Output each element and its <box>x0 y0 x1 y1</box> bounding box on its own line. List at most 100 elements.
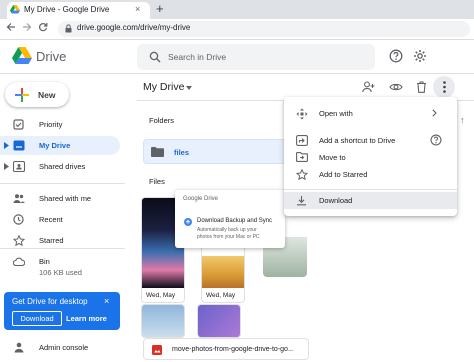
file-thumbnail[interactable] <box>141 304 185 338</box>
address-bar: drive.google.com/drive/my-drive <box>0 19 474 40</box>
drive-logo-icon[interactable] <box>12 47 32 65</box>
folder-icon <box>151 147 164 157</box>
breadcrumb[interactable]: My Drive <box>143 81 184 93</box>
storage-cloud-icon <box>13 257 25 266</box>
menu-item-download[interactable]: Download <box>284 192 457 209</box>
browser-tab-bar: My Drive - Google Drive × + <box>0 0 474 19</box>
promo-download-button[interactable]: Download <box>12 311 62 326</box>
sort-direction-icon[interactable]: ↑ <box>460 115 465 125</box>
file-date: Wed, May <box>146 292 176 299</box>
backup-sync-popover: Google Drive Download Backup and Sync Au… <box>175 190 285 248</box>
promo-title: Get Drive for desktop <box>12 297 88 306</box>
menu-item-add-shortcut[interactable]: Add a shortcut to Drive <box>284 132 457 149</box>
preview-eye-icon[interactable] <box>389 81 403 93</box>
sidebar-item-label: Shared with me <box>39 194 92 203</box>
download-icon <box>296 195 307 206</box>
open-with-icon <box>296 108 308 120</box>
sidebar-item-my-drive[interactable]: My Drive <box>0 136 120 155</box>
clock-icon <box>13 214 24 225</box>
thumbnail-image <box>198 305 240 337</box>
menu-item-label: Add a shortcut to Drive <box>319 136 396 145</box>
settings-gear-icon[interactable] <box>413 49 427 63</box>
search-icon[interactable] <box>149 51 161 63</box>
drive-favicon-icon <box>10 5 20 14</box>
sidebar-item-label: Recent <box>39 215 63 224</box>
storage-used-text: 106 KB used <box>39 268 82 277</box>
sidebar-item-recent[interactable]: Recent <box>0 210 120 229</box>
new-button-label: New <box>38 90 56 100</box>
back-icon[interactable] <box>6 22 16 32</box>
folder-name: files <box>174 148 190 157</box>
star-icon <box>13 235 25 246</box>
sidebar-item-label: Starred <box>39 236 64 245</box>
sidebar-item-label: Priority <box>39 120 63 129</box>
sidebar-item-shared-drives[interactable]: Shared drives <box>0 157 120 176</box>
more-vert-icon[interactable] <box>442 81 446 93</box>
help-icon[interactable] <box>430 134 442 146</box>
popover-desc-line-1: Automatically back up your <box>197 227 257 233</box>
file-thumbnail[interactable] <box>197 304 241 338</box>
sidebar-item-label: Shared drives <box>39 162 86 171</box>
app-name[interactable]: Drive <box>36 49 66 64</box>
omnibox[interactable]: drive.google.com/drive/my-drive <box>58 21 470 37</box>
promo-close-icon[interactable]: × <box>104 296 109 306</box>
new-tab-button[interactable]: + <box>156 1 164 16</box>
file-list-item[interactable]: move-photos-from-google-drive-to-go... <box>143 338 309 360</box>
menu-item-label: Open with <box>319 109 353 118</box>
submenu-chevron-icon <box>432 109 437 117</box>
admin-icon <box>13 342 25 353</box>
storage-label[interactable]: Bin <box>39 257 50 266</box>
menu-item-label: Download <box>319 196 353 205</box>
add-shortcut-icon <box>296 135 308 146</box>
search-input[interactable]: Search in Drive <box>137 44 375 70</box>
menu-item-label: Add to Starred <box>319 170 368 179</box>
file-context-menu: Open with Add a shortcut to Drive Move t… <box>284 97 457 216</box>
sidebar-divider <box>0 183 125 184</box>
expand-caret-icon[interactable] <box>4 142 9 149</box>
drive-header: Drive Search in Drive <box>0 40 474 74</box>
popover-desc-line-2: photos from your Mac or PC <box>197 234 260 240</box>
help-icon[interactable] <box>389 49 403 63</box>
menu-item-add-to-starred[interactable]: Add to Starred <box>284 166 457 183</box>
file-name: move-photos-from-google-drive-to-go... <box>172 346 294 353</box>
expand-caret-icon[interactable] <box>4 163 9 170</box>
admin-console-label: Admin console <box>39 343 89 352</box>
sidebar-item-shared-with-me[interactable]: Shared with me <box>0 189 120 208</box>
sidebar-divider <box>0 248 125 249</box>
trash-icon[interactable] <box>416 81 427 93</box>
plus-icon <box>15 88 29 102</box>
folder-item[interactable]: files <box>143 139 293 164</box>
popover-item[interactable]: Download Backup and Sync <box>197 218 272 224</box>
backup-sync-icon <box>184 218 192 226</box>
add-person-icon[interactable] <box>362 81 375 93</box>
browser-tab[interactable]: My Drive - Google Drive × <box>7 2 150 19</box>
menu-item-open-with[interactable]: Open with <box>284 105 457 122</box>
menu-item-move-to[interactable]: Move to <box>284 149 457 166</box>
reload-icon[interactable] <box>38 22 48 32</box>
new-button[interactable]: New <box>5 82 69 107</box>
promo-learn-more-link[interactable]: Learn more <box>66 314 107 323</box>
forward-icon[interactable] <box>22 22 32 32</box>
sidebar-item-priority[interactable]: Priority <box>0 115 120 134</box>
image-file-icon <box>152 345 162 355</box>
popover-title: Google Drive <box>183 196 219 202</box>
lock-icon[interactable] <box>65 24 72 33</box>
thumbnail-image <box>202 256 244 288</box>
search-placeholder: Search in Drive <box>168 52 227 62</box>
desktop-promo-card: Get Drive for desktop × Download Learn m… <box>4 292 120 330</box>
breadcrumb-caret-icon[interactable] <box>186 86 192 90</box>
shared-drives-icon <box>13 161 25 172</box>
tab-title: My Drive - Google Drive <box>24 5 110 14</box>
move-to-icon <box>296 152 308 162</box>
menu-divider <box>284 189 457 190</box>
my-drive-icon <box>13 140 25 151</box>
url-text: drive.google.com/drive/my-drive <box>77 23 191 32</box>
tab-close-icon[interactable]: × <box>135 4 140 14</box>
folders-heading: Folders <box>149 116 175 125</box>
files-heading: Files <box>149 177 165 186</box>
more-actions-button[interactable] <box>433 76 455 98</box>
people-icon <box>13 193 25 204</box>
thumbnail-image <box>142 305 184 337</box>
file-date: Wed, May <box>206 292 236 299</box>
sidebar-item-admin-console[interactable]: Admin console <box>0 339 120 357</box>
